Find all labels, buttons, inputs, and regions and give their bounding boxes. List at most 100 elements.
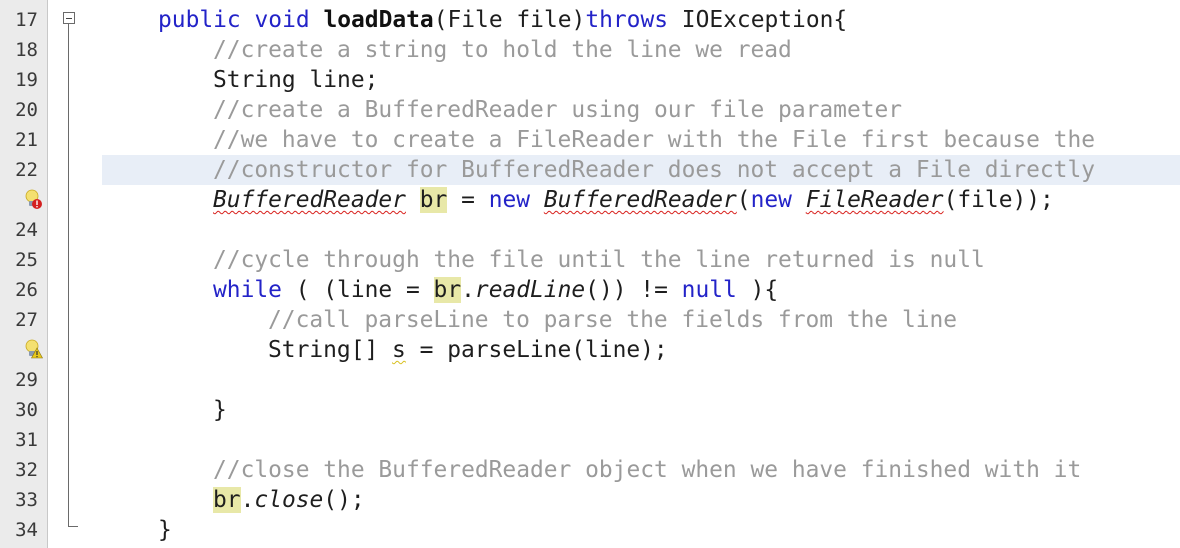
code-token: String line; — [213, 67, 379, 93]
code-line[interactable]: 20 //create a BufferedReader using our fi… — [0, 95, 1180, 125]
code-line[interactable]: 27 //call parseLine to parse the fields f… — [0, 305, 1180, 335]
code-keyword: throws — [585, 7, 669, 33]
code-keyword: new — [750, 187, 792, 213]
line-number: 25 — [15, 249, 38, 271]
current-line-highlight — [102, 395, 1180, 425]
line-number: 33 — [15, 489, 38, 511]
code-text: //call parseLine to parse the fields fro… — [268, 305, 957, 335]
code-text: //constructor for BufferedReader does no… — [213, 155, 1095, 185]
fold-guide-line — [68, 24, 69, 526]
code-line[interactable]: 19 String line; — [0, 65, 1180, 95]
line-number: 26 — [15, 279, 38, 301]
code-token: BufferedReader — [543, 187, 737, 213]
code-comment: //cycle through the file until the line … — [213, 247, 985, 273]
occurrence-highlight: br — [213, 487, 241, 513]
error-hint-bulb-icon[interactable] — [24, 189, 42, 211]
code-token: FileReader — [805, 187, 944, 213]
line-number: 32 — [15, 459, 38, 481]
code-line[interactable]: 17 public void loadData(File file)throws … — [0, 5, 1180, 35]
code-token: . — [461, 277, 475, 303]
code-text: while ( (line = br.readLine()) != null )… — [213, 275, 778, 305]
code-token: } — [213, 397, 227, 423]
code-editor[interactable]: 17 public void loadData(File file)throws … — [0, 0, 1180, 548]
line-number: 30 — [15, 399, 38, 421]
code-token: (file)); — [943, 187, 1054, 213]
warning-hint-bulb-icon[interactable] — [24, 339, 44, 361]
code-line[interactable]: BufferedReader br = new BufferedReader(n… — [0, 185, 1180, 215]
code-keyword: while — [213, 277, 282, 303]
code-line[interactable]: 33 br.close(); — [0, 485, 1180, 515]
code-token: ){ — [736, 277, 779, 303]
code-comment: //close the BufferedReader object when w… — [213, 457, 1082, 483]
line-number: 19 — [15, 69, 38, 91]
code-keyword: void — [254, 7, 310, 33]
line-number: 20 — [15, 99, 38, 121]
code-token: . — [240, 487, 255, 513]
code-token: readLine — [474, 277, 586, 303]
code-token: } — [158, 517, 172, 543]
code-text: } — [158, 515, 172, 545]
code-text: //close the BufferedReader object when w… — [213, 455, 1081, 485]
code-text: //create a BufferedReader using our file… — [213, 95, 902, 125]
code-line[interactable]: 26 while ( (line = br.readLine()) != null… — [0, 275, 1180, 305]
code-comment: //create a BufferedReader using our file… — [213, 97, 903, 123]
code-text: BufferedReader br = new BufferedReader(n… — [213, 185, 1054, 215]
code-line[interactable]: 21 //we have to create a FileReader with … — [0, 125, 1180, 155]
line-number: 21 — [15, 129, 38, 151]
code-text: public void loadData(File file)throws IO… — [158, 5, 847, 35]
code-line[interactable]: 25 //cycle through the file until the lin… — [0, 245, 1180, 275]
code-text: br.close(); — [213, 485, 365, 515]
current-line-highlight — [102, 515, 1180, 545]
code-token: close — [254, 487, 324, 513]
code-comment: //call parseLine to parse the fields fro… — [268, 307, 958, 333]
code-comment: //we have to create a FileReader with th… — [213, 127, 1096, 153]
line-number: 18 — [15, 39, 38, 61]
code-text: String[] s = parseLine(line); — [268, 335, 668, 365]
code-token: = parseLine(line); — [405, 337, 668, 363]
current-line-highlight — [102, 365, 1180, 395]
code-line[interactable]: 22 //constructor for BufferedReader does … — [0, 155, 1180, 185]
code-line[interactable]: 29 — [0, 365, 1180, 395]
code-token: String[] — [268, 337, 393, 363]
code-token: (); — [323, 487, 365, 513]
code-text: //create a string to hold the line we re… — [213, 35, 792, 65]
code-line[interactable]: 18 //create a string to hold the line we … — [0, 35, 1180, 65]
code-line[interactable]: String[] s = parseLine(line); — [0, 335, 1180, 365]
code-token: ( — [736, 187, 751, 213]
code-text: //we have to create a FileReader with th… — [213, 125, 1095, 155]
code-line[interactable]: 31 — [0, 425, 1180, 455]
line-number: 31 — [15, 429, 38, 451]
code-text: String line; — [213, 65, 378, 95]
code-keyword: public — [158, 7, 241, 33]
occurrence-highlight: br — [419, 187, 448, 213]
code-token: = — [447, 187, 489, 213]
code-text: } — [213, 395, 227, 425]
fold-guide-end — [68, 526, 78, 527]
line-number: 22 — [15, 159, 38, 181]
fold-collapse-icon[interactable] — [63, 12, 75, 24]
line-number: 34 — [15, 519, 38, 541]
code-keyword: new — [488, 187, 531, 213]
code-line[interactable]: 32 //close the BufferedReader object when… — [0, 455, 1180, 485]
code-token: BufferedReader — [213, 187, 406, 213]
code-token: s — [392, 337, 406, 363]
occurrence-highlight: br — [433, 277, 462, 303]
line-number: 17 — [15, 9, 38, 31]
code-line[interactable]: 34} — [0, 515, 1180, 545]
line-number: 24 — [15, 219, 38, 241]
current-line-highlight — [102, 215, 1180, 245]
code-token: (File file) — [433, 7, 586, 33]
code-line[interactable]: 24 — [0, 215, 1180, 245]
code-line[interactable]: 30} — [0, 395, 1180, 425]
line-number: 29 — [15, 369, 38, 391]
code-token: IOException{ — [668, 7, 848, 33]
line-number: 27 — [15, 309, 38, 331]
code-token: ()) != — [585, 277, 682, 303]
code-keyword: null — [681, 277, 737, 303]
current-line-highlight — [102, 425, 1180, 455]
